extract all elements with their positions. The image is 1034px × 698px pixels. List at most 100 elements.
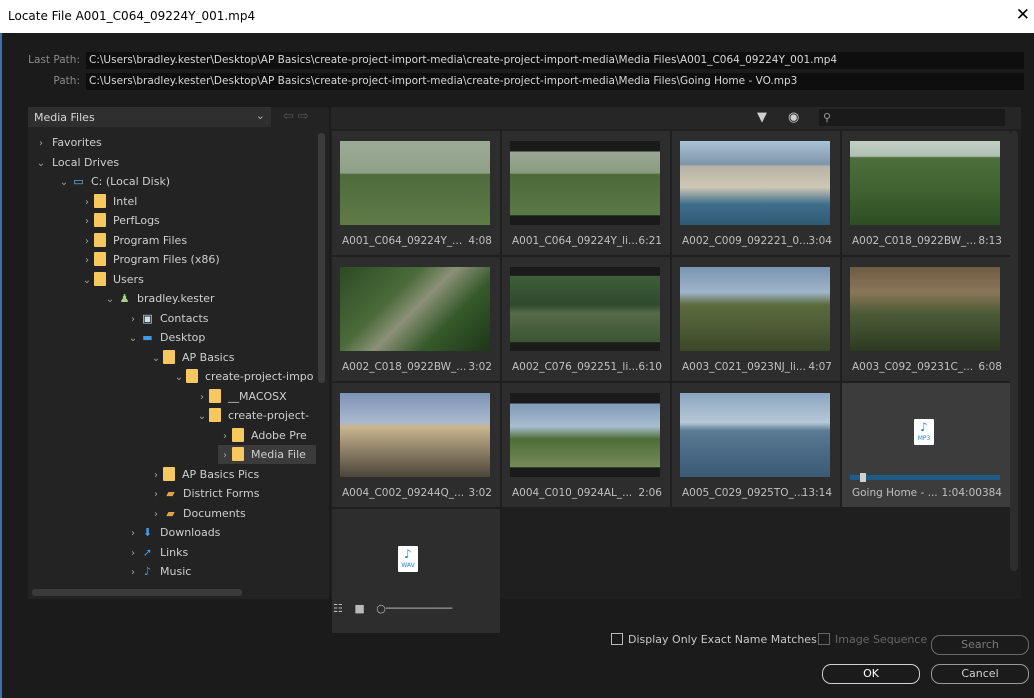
media-tile[interactable]: A002_C018_0922BW_... 3:02 [332,257,500,381]
checkbox-box[interactable] [611,633,623,645]
location-dropdown[interactable]: Media Files ⌄ [28,107,271,127]
tree-item-label: bradley.kester [137,292,215,305]
icon-view-icon[interactable]: ■ [354,602,364,615]
chevron-right-icon[interactable]: › [80,232,94,251]
tree-item[interactable]: › ⬇ Downloads [126,523,316,542]
user-icon: ♟ [119,292,130,305]
chevron-right-icon[interactable]: › [126,563,140,582]
chevron-down-icon[interactable]: ⌄ [126,329,140,348]
media-tile[interactable]: ♪ MP3 Going Home - ... 1:04:00384 [842,383,1010,507]
chevron-right-icon[interactable]: › [80,251,94,270]
chevron-down-icon[interactable]: ⌄ [103,290,117,309]
tree-item[interactable]: › ▰ District Forms [149,484,316,503]
media-duration: 1:04:00384 [941,487,1002,499]
media-name: A003_C092_09231C_... [852,361,974,373]
visibility-icon[interactable]: ◉ [788,110,799,125]
search-input[interactable]: ⚲ [819,109,1005,126]
music-note-icon: ♪ [920,420,928,434]
tree-item[interactable]: › Intel [80,192,316,211]
title-bar: Locate File A001_C064_09224Y_001.mp4 ✕ [0,0,1034,33]
chevron-right-icon[interactable]: › [34,134,48,153]
tree-item[interactable]: › ▣ Contacts [126,309,316,328]
close-icon[interactable]: ✕ [1016,5,1030,25]
chevron-right-icon[interactable]: › [80,193,94,212]
tree-item[interactable]: ⌄ ▬ Desktop [126,328,316,347]
nav-arrows[interactable]: ⇦⇨ [283,109,313,124]
tree-item[interactable]: › __MACOSX [195,387,316,406]
chevron-right-icon[interactable]: › [149,485,163,504]
folder-icon [209,388,221,403]
media-tile[interactable]: A003_C092_09231C_... 6:08 [842,257,1010,381]
chevron-down-icon[interactable]: ⌄ [195,407,209,426]
tree-item-label: Music [160,565,192,578]
chevron-down-icon[interactable]: ⌄ [34,154,48,173]
tree-item[interactable]: ⌄ AP Basics [149,348,316,367]
chevron-right-icon[interactable]: › [126,524,140,543]
chevron-right-icon[interactable]: › [126,310,140,329]
media-name: A002_C009_092221_0... [682,235,810,247]
chevron-down-icon[interactable]: ⌄ [57,173,71,192]
folder-icon [163,466,175,481]
tree-item[interactable]: ⌄ Local Drives [34,153,316,172]
tree-item[interactable]: ⌄ ♟ bradley.kester [103,289,316,308]
tree-scrollbar[interactable] [318,133,325,383]
tree-item[interactable]: › Adobe Pre [218,426,316,445]
tree-hscrollbar[interactable] [32,589,242,596]
chevron-right-icon[interactable]: › [149,466,163,485]
tree-item[interactable]: › ▰ Documents [149,504,316,523]
video-thumbnail [850,141,1000,225]
folder-icon [94,271,106,286]
tree-item[interactable]: › ➚ Links [126,543,316,562]
media-tile[interactable]: A001_C064_09224Y_li... 6:21 [502,131,670,255]
desktop-icon: ▬ [142,331,153,344]
tree-item[interactable]: › AP Basics Pics [149,465,316,484]
list-view-icon[interactable]: ☷ [333,602,343,615]
tree-item[interactable]: › Media File [218,445,316,464]
tree-item[interactable]: ⌄ ▭ C: (Local Disk) [57,172,316,191]
tree-item-label: Adobe Pre [251,428,307,442]
chevron-right-icon[interactable]: › [126,544,140,563]
media-tile[interactable]: A002_C076_092251_li... 6:10 [502,257,670,381]
tree-item[interactable]: › Program Files (x86) [80,250,316,269]
chevron-down-icon[interactable]: ⌄ [149,349,163,368]
chevron-right-icon[interactable]: › [195,388,209,407]
filter-icon[interactable]: ▼ [757,110,767,125]
cancel-button[interactable]: Cancel [931,664,1029,684]
tree-item[interactable]: ⌄ Users [80,270,316,289]
chevron-right-icon[interactable]: › [149,505,163,524]
folder-panel: Media Files ⌄ ⇦⇨ › Favorites ⌄ Local Drives… [28,107,329,599]
media-tile[interactable]: A003_C021_0923NJ_li... 4:07 [672,257,840,381]
media-tile[interactable]: A004_C002_09244Q_... 3:02 [332,383,500,507]
media-tile[interactable]: A001_C064_09224Y_... 4:08 [332,131,500,255]
video-thumbnail [340,141,490,225]
ok-button[interactable]: OK [822,664,920,684]
media-name: Going Home - ... [852,487,938,499]
chevron-down-icon[interactable]: ⌄ [80,271,94,290]
media-name: A004_C002_09244Q_... [342,487,465,499]
playhead[interactable] [860,473,866,482]
media-tile[interactable]: A005_C029_0925TO_... 13:14 [672,383,840,507]
drive-icon: ▭ [73,175,84,188]
media-tile[interactable]: A002_C009_092221_0... 3:04 [672,131,840,255]
media-tile[interactable]: A002_C018_0922BW_... 8:13 [842,131,1010,255]
tree-item[interactable]: › PerfLogs [80,211,316,230]
chevron-right-icon[interactable]: › [80,212,94,231]
tree-item[interactable]: ⌄ create-project-impo [172,367,316,386]
zoom-slider[interactable]: ○────────── [376,602,452,615]
exact-match-checkbox[interactable]: Display Only Exact Name Matches [611,633,817,647]
chevron-right-icon[interactable]: › [218,427,232,446]
media-tile[interactable]: A004_C010_0924AL_... 2:06 [502,383,670,507]
scrub-bar[interactable] [850,473,1000,482]
tree-item[interactable]: › Program Files [80,231,316,250]
tree-item[interactable]: › ♪ Music [126,562,316,581]
media-name: A002_C018_0922BW_... [342,361,467,373]
tree-item[interactable]: › Favorites [34,133,316,152]
checkbox-box[interactable] [818,633,830,645]
search-button[interactable]: Search [931,635,1029,655]
chevron-down-icon: ⌄ [255,109,265,122]
tree-item[interactable]: ⌄ create-project- [195,406,316,425]
image-sequence-checkbox[interactable]: Image Sequence [818,633,927,647]
grid-scrollbar[interactable] [1010,131,1018,571]
chevron-down-icon[interactable]: ⌄ [172,368,186,387]
chevron-right-icon[interactable]: › [218,446,232,465]
